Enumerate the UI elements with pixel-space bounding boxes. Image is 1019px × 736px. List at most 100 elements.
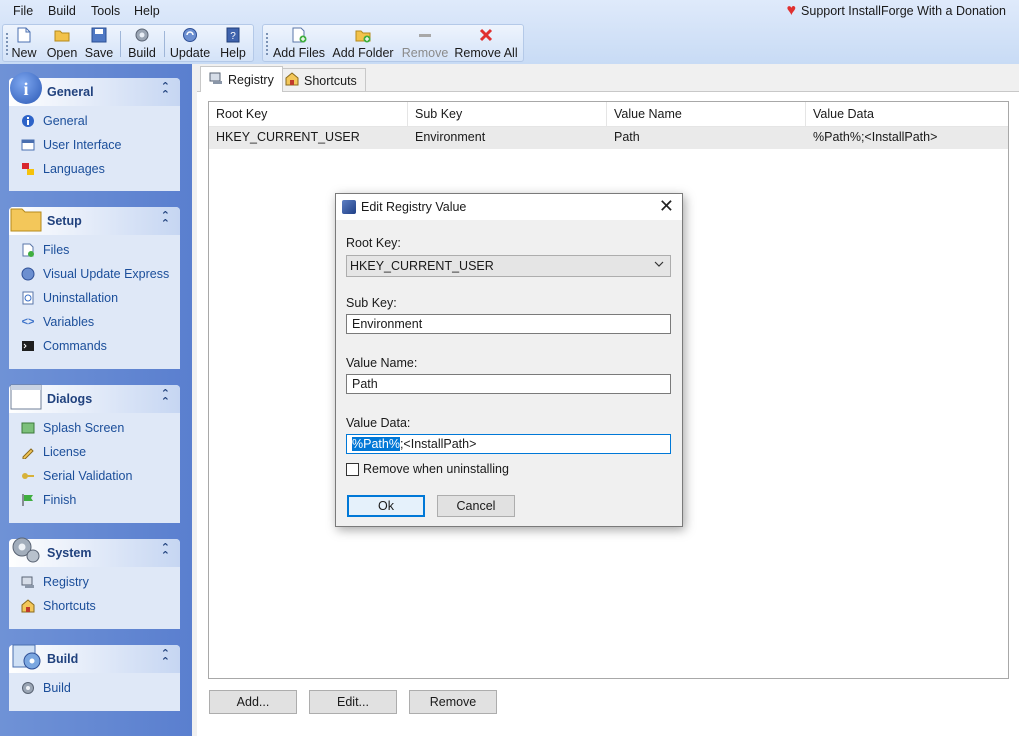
panel-build-title: Build [47,652,79,666]
sub-key-label: Sub Key: [346,296,397,310]
column-sub-key[interactable]: Sub Key [408,102,607,127]
collapse-chevron-icon[interactable]: ⌃ ⌃ [161,649,170,668]
value-name-field[interactable]: Path [346,374,671,394]
add-files-button[interactable]: Add Files [273,25,325,63]
panel-build: Build ⌃ ⌃ Build [9,644,180,711]
add-folder-icon [355,27,371,43]
sidebar-item-visual-update-express[interactable]: Visual Update Express [21,267,169,281]
add-folder-label: Add Folder [332,46,394,60]
cancel-button[interactable]: Cancel [437,495,515,517]
sidebar-item-finish[interactable]: Finish [21,493,76,507]
panel-general-header[interactable]: i General ⌃ ⌃ [9,72,180,106]
pen-icon [21,445,35,460]
build-button[interactable]: Build [125,25,159,63]
sidebar-item-label: Build [43,681,71,695]
donation-link[interactable]: ♥ Support InstallForge With a Donation [786,2,1006,19]
save-button[interactable]: Save [84,25,114,63]
add-folder-button[interactable]: Add Folder [332,25,394,63]
toolbar-grip[interactable] [6,33,8,55]
window-icon [21,138,35,152]
column-value-name[interactable]: Value Name [607,102,806,127]
red-x-icon [478,27,494,43]
svg-text:?: ? [230,31,236,42]
collapse-chevron-icon[interactable]: ⌃ ⌃ [161,211,170,230]
sidebar-item-label: Finish [43,493,77,507]
sidebar-item-files[interactable]: Files [21,243,69,257]
sidebar-item-label: Files [43,243,70,257]
panel-setup-title: Setup [47,214,82,228]
panel-build-header[interactable]: Build ⌃ ⌃ [9,644,180,673]
open-button[interactable]: Open [45,25,79,63]
sidebar-item-serial-validation[interactable]: Serial Validation [21,469,132,483]
gears-icon [10,533,42,565]
root-key-select[interactable]: HKEY_CURRENT_USER [346,255,671,277]
add-button[interactable]: Add... [209,690,297,714]
open-label: Open [46,46,78,60]
menu-build[interactable]: Build [48,4,76,18]
uninstall-icon [21,291,35,305]
close-icon[interactable]: ✕ [659,196,674,216]
collapse-chevron-icon[interactable]: ⌃ ⌃ [161,389,170,408]
dialog-titlebar[interactable]: Edit Registry Value ✕ [336,194,682,220]
panel-setup-header[interactable]: Setup ⌃ ⌃ [9,207,180,235]
checkbox-box[interactable] [346,462,359,476]
column-value-data[interactable]: Value Data [806,102,1008,127]
ok-button[interactable]: Ok [347,495,425,517]
sidebar-item-build[interactable]: Build [21,681,71,695]
sidebar-item-languages[interactable]: Languages [21,162,105,176]
key-icon [21,469,35,483]
new-button[interactable]: New [9,25,39,63]
edit-button[interactable]: Edit... [309,690,397,714]
sub-key-field[interactable]: Environment [346,314,671,334]
value-name-label: Value Name: [346,356,418,370]
collapse-chevron-icon[interactable]: ⌃ ⌃ [161,82,170,101]
sidebar-item-registry[interactable]: Registry [21,575,89,589]
sidebar-item-general[interactable]: General [21,114,87,128]
sidebar-item-uninstallation[interactable]: Uninstallation [21,291,118,305]
tab-shortcuts[interactable]: Shortcuts [276,68,366,92]
cell-root-key: HKEY_CURRENT_USER [216,130,360,144]
tab-registry[interactable]: Registry [200,66,283,92]
root-key-label: Root Key: [346,236,401,250]
column-root-key[interactable]: Root Key [209,102,408,127]
add-files-label: Add Files [272,46,326,60]
menu-file[interactable]: File [13,4,33,18]
sidebar-item-splash-screen[interactable]: Splash Screen [21,421,124,435]
update-button[interactable]: Update [169,25,211,63]
collapse-chevron-icon[interactable]: ⌃ ⌃ [161,543,170,562]
sidebar-item-label: Uninstallation [43,291,119,305]
remove-when-uninstalling-checkbox[interactable]: Remove when uninstalling [346,462,509,476]
sidebar-item-shortcuts[interactable]: Shortcuts [21,599,96,613]
sidebar-item-user-interface[interactable]: User Interface [21,138,122,152]
remove-button[interactable]: Remove [402,25,448,63]
remove-all-label: Remove All [454,46,518,60]
sidebar-item-license[interactable]: License [21,445,86,460]
sidebar-item-variables[interactable]: <> Variables [21,315,95,329]
menu-help[interactable]: Help [134,4,160,18]
value-data-label: Value Data: [346,416,411,430]
panel-system-header[interactable]: System ⌃ ⌃ [9,537,180,567]
save-label: Save [84,46,114,60]
menu-tools[interactable]: Tools [91,4,120,18]
value-data-field[interactable]: %Path%;<InstallPath> [346,434,671,454]
folder-open-icon [54,27,70,43]
remove-entry-button[interactable]: Remove [409,690,497,714]
dialog-title: Edit Registry Value [361,200,467,214]
picture-icon [21,421,35,435]
checkbox-label: Remove when uninstalling [363,462,509,476]
cell-value-data: %Path%;<InstallPath> [813,130,938,144]
panel-dialogs-header[interactable]: Dialogs ⌃ ⌃ [9,384,180,413]
sidebar-item-label: Registry [43,575,89,589]
registry-icon [209,71,223,88]
toolbar-separator [120,31,121,57]
toolbar-grip[interactable] [266,33,268,55]
help-button[interactable]: ? Help [217,25,249,63]
sidebar-item-commands[interactable]: Commands [21,339,107,353]
svg-text:i: i [23,79,28,99]
cell-value-name: Path [614,130,640,144]
dialog-window-icon [10,379,42,411]
heart-icon: ♥ [786,2,797,19]
remove-all-button[interactable]: Remove All [454,25,518,63]
sidebar-item-label: Serial Validation [43,469,133,483]
table-row[interactable]: HKEY_CURRENT_USER Environment Path %Path… [209,127,1008,149]
